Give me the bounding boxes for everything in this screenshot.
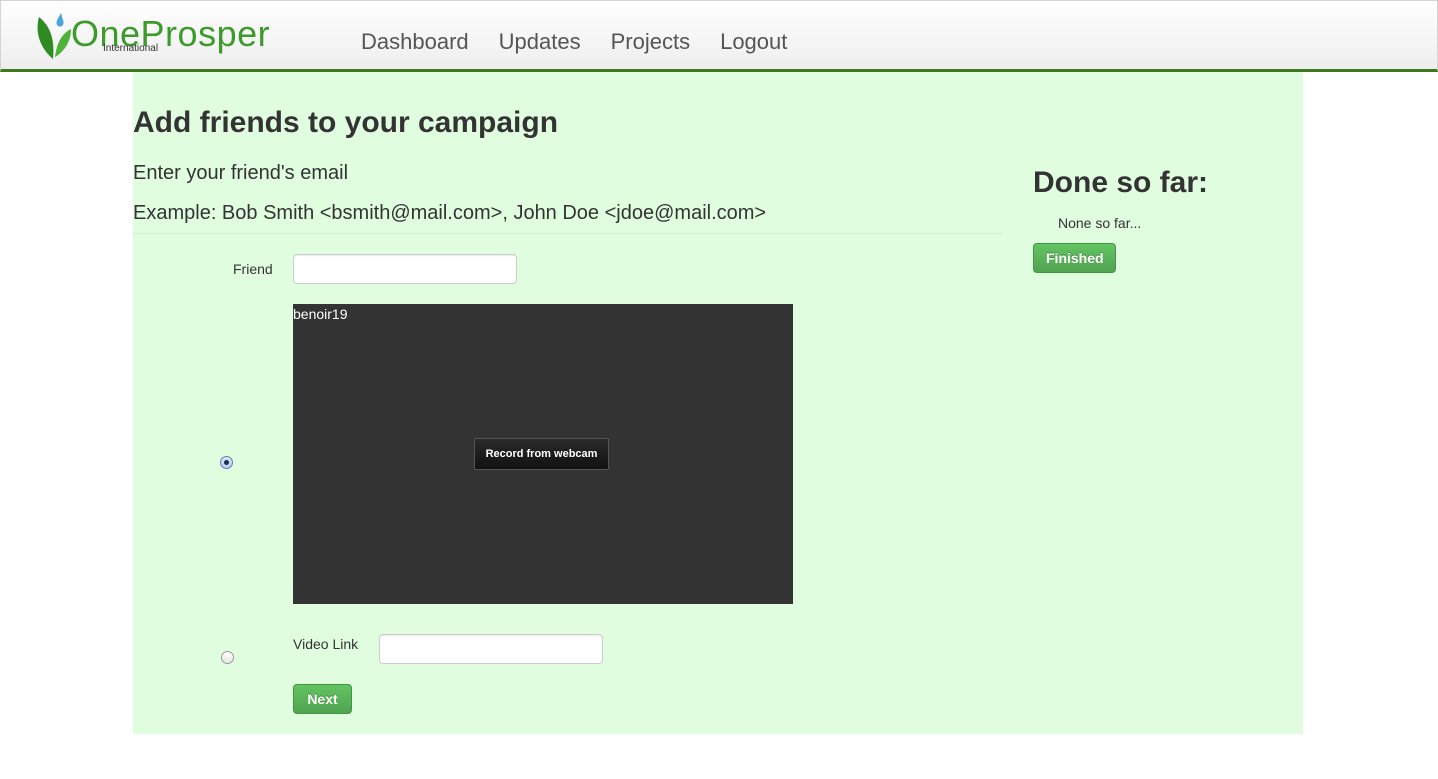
webcam-recorder[interactable]: benoir19 Record from webcam bbox=[293, 304, 793, 604]
friend-label: Friend bbox=[233, 261, 273, 277]
video-link-option-radio[interactable] bbox=[221, 651, 234, 664]
done-so-far-title: Done so far: bbox=[1033, 166, 1209, 199]
video-link-input[interactable] bbox=[379, 634, 603, 664]
record-from-webcam-button[interactable]: Record from webcam bbox=[474, 438, 609, 470]
brand-subtitle: International bbox=[103, 43, 159, 54]
example-text: Example: Bob Smith <bsmith@mail.com>, Jo… bbox=[133, 202, 767, 224]
brand-name: OneProsper bbox=[71, 13, 271, 54]
nav-projects[interactable]: Projects bbox=[596, 29, 705, 55]
webcam-option-radio[interactable] bbox=[220, 456, 233, 469]
divider bbox=[133, 233, 1003, 234]
page-title: Add friends to your campaign bbox=[133, 106, 559, 139]
nav-logout[interactable]: Logout bbox=[705, 29, 802, 55]
friend-email-input[interactable] bbox=[293, 254, 517, 284]
nav-updates[interactable]: Updates bbox=[484, 29, 596, 55]
main-content: Add friends to your campaign Enter your … bbox=[133, 72, 1303, 734]
nav-dashboard[interactable]: Dashboard bbox=[346, 29, 484, 55]
video-link-label: Video Link bbox=[293, 636, 359, 652]
next-button[interactable]: Next bbox=[293, 684, 352, 714]
top-navbar: OneProsper International Dashboard Updat… bbox=[0, 0, 1438, 72]
instruction-text: Enter your friend's email bbox=[133, 162, 349, 184]
main-nav: Dashboard Updates Projects Logout bbox=[346, 29, 802, 55]
leaf-logo-icon bbox=[37, 13, 71, 59]
done-so-far-empty-text: None so far... bbox=[1058, 215, 1142, 231]
finished-button[interactable]: Finished bbox=[1033, 243, 1116, 273]
brand-logo[interactable]: OneProsper International bbox=[33, 9, 283, 65]
webcam-username: benoir19 bbox=[293, 306, 348, 322]
